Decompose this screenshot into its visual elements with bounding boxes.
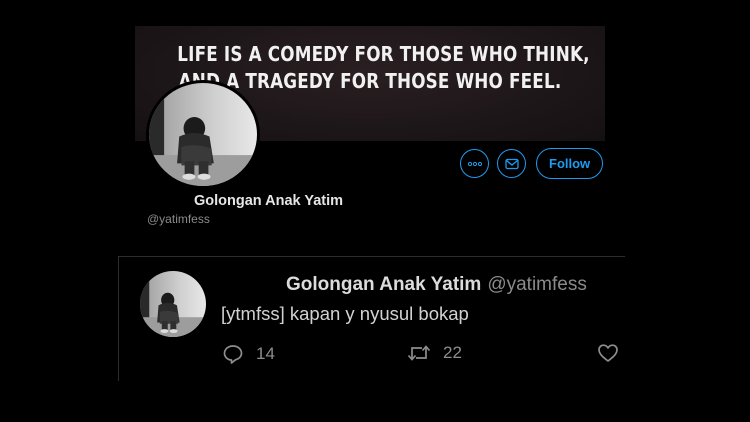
tweet-text: [ytmfss] kapan y nyusul bokap: [221, 303, 469, 324]
profile-avatar[interactable]: [146, 80, 260, 189]
tweet-avatar[interactable]: [140, 271, 206, 337]
retweet-count: 22: [443, 343, 462, 362]
banner-quote-line-1: LIFE IS A COMEDY FOR THOSE WHO THINK,: [177, 42, 590, 66]
heart-icon: [598, 344, 618, 362]
retweet-icon: [407, 345, 431, 361]
tweet-header: Golongan Anak Yatim @yatimfess: [286, 274, 587, 296]
follow-button[interactable]: Follow: [536, 148, 604, 179]
mail-icon: [504, 158, 519, 169]
tweet-display-name[interactable]: Golongan Anak Yatim: [286, 274, 481, 295]
more-horizontal-icon: [467, 161, 482, 166]
reply-count: 14: [256, 344, 275, 363]
retweet-button[interactable]: 22: [407, 343, 462, 363]
reply-icon: [223, 345, 243, 364]
tweet-actions: 14 22: [222, 343, 622, 367]
more-options-button[interactable]: [460, 149, 489, 178]
like-button[interactable]: [597, 343, 625, 363]
tweet-handle[interactable]: @yatimfess: [487, 274, 587, 295]
reply-button[interactable]: 14: [222, 343, 275, 365]
screenshot-page: LIFE IS A COMEDY FOR THOSE WHO THINK, AN…: [0, 0, 750, 422]
profile-display-name: Golongan Anak Yatim: [194, 193, 344, 209]
banner-quote: LIFE IS A COMEDY FOR THOSE WHO THINK, AN…: [177, 41, 590, 95]
message-button[interactable]: [497, 149, 526, 178]
profile-actions: Follow: [460, 148, 604, 179]
tweet-card[interactable]: Golongan Anak Yatim @yatimfess [ytmfss] k…: [118, 256, 625, 381]
profile-handle: @yatimfess: [147, 212, 210, 226]
